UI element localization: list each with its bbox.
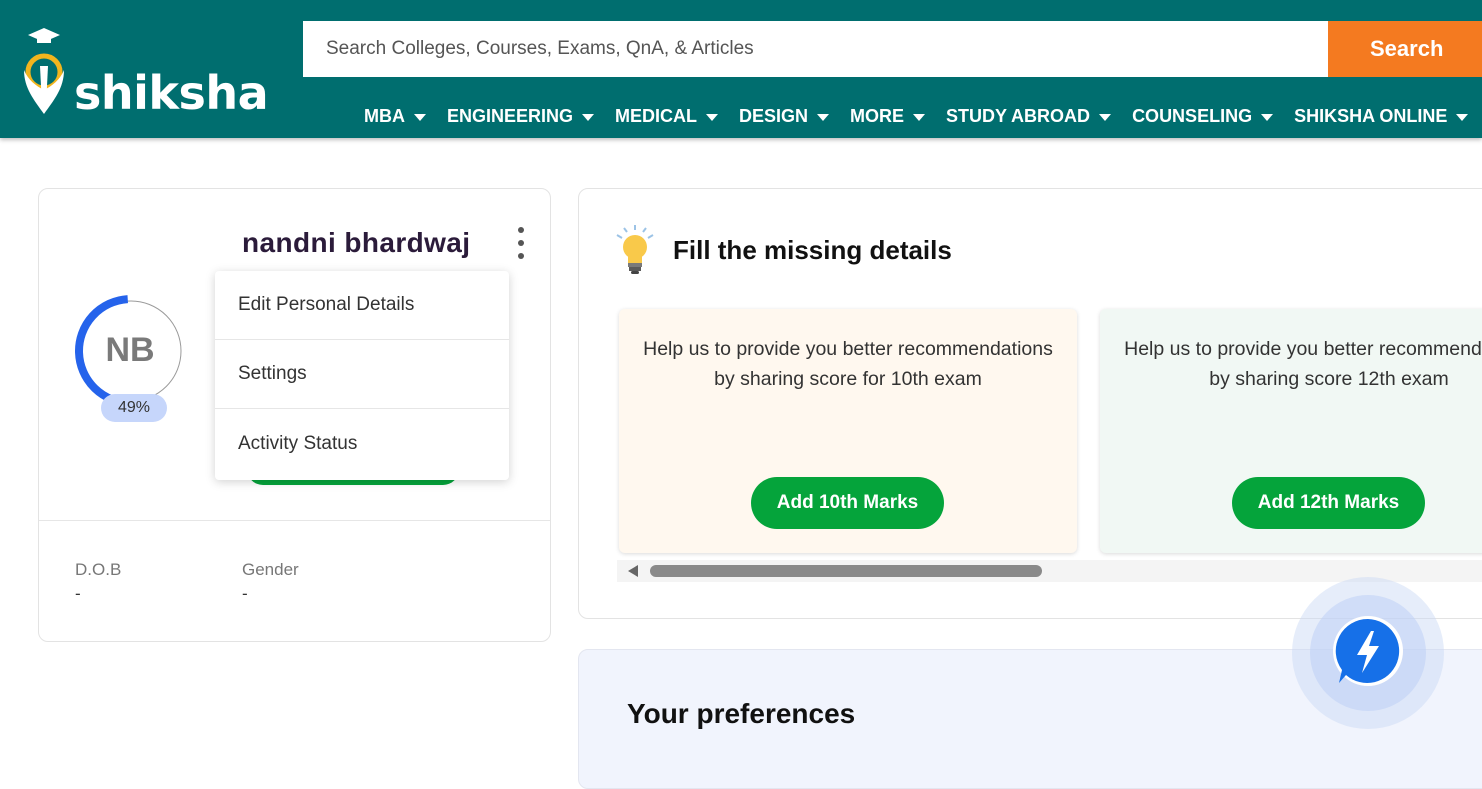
card-description: Help us to provide you better recommenda…	[643, 338, 1053, 390]
dob-value: -	[75, 584, 81, 603]
gender-label: Gender	[242, 560, 299, 579]
preferences-title: Your preferences	[627, 698, 856, 729]
nav-item-mba[interactable]: MBA	[364, 103, 426, 129]
add-10th-marks-button[interactable]: Add 10th Marks	[751, 477, 944, 529]
nav-item-counseling[interactable]: COUNSELING	[1132, 103, 1274, 129]
search-input[interactable]	[303, 21, 1328, 77]
profile-name: nandni bhardwaj	[242, 227, 471, 258]
shiksha-logo[interactable]: shiksha	[18, 26, 269, 120]
nav-label: COUNSELING	[1132, 105, 1253, 126]
caret-down-icon	[582, 113, 595, 121]
caret-down-icon	[913, 113, 926, 121]
profile-completion-badge: 49%	[101, 394, 167, 422]
menu-item-activity-status[interactable]: Activity Status	[215, 409, 509, 478]
site-header: shiksha Search MBA ENGINEERING MEDICAL D…	[0, 0, 1482, 138]
caret-down-icon	[1261, 113, 1274, 121]
nav-item-more[interactable]: MORE	[850, 103, 926, 129]
graduate-logo-icon	[24, 28, 64, 114]
caret-down-icon	[1456, 113, 1469, 121]
nav-item-design[interactable]: DESIGN	[739, 103, 830, 129]
main-nav: MBA ENGINEERING MEDICAL DESIGN MORE STUD…	[364, 103, 1482, 129]
more-options-icon[interactable]	[515, 227, 527, 259]
nav-label: STUDY ABROAD	[946, 105, 1091, 126]
nav-label: DESIGN	[739, 105, 809, 126]
avatar-initials: NB	[105, 330, 155, 369]
nav-label: MEDICAL	[615, 105, 698, 126]
search-button[interactable]: Search	[1328, 21, 1482, 77]
caret-down-icon	[1099, 113, 1112, 121]
add-12th-marks-card: Help us to provide you better recommenda…	[1100, 309, 1482, 553]
caret-down-icon	[817, 113, 830, 121]
card-description: Help us to provide you better recommenda…	[1124, 338, 1482, 390]
nav-item-shiksha-online[interactable]: SHIKSHA ONLINE	[1294, 103, 1469, 129]
dob-label: D.O.B	[75, 560, 122, 579]
nav-label: MORE	[850, 105, 905, 126]
add-10th-marks-card: Help us to provide you better recommenda…	[619, 309, 1077, 553]
nav-item-study-abroad[interactable]: STUDY ABROAD	[946, 103, 1112, 129]
add-12th-marks-button[interactable]: Add 12th Marks	[1232, 477, 1425, 529]
lightning-chat-icon[interactable]	[1329, 613, 1407, 691]
missing-details-title: Fill the missing details	[673, 235, 952, 265]
scrollbar-thumb[interactable]	[650, 565, 1042, 577]
caret-down-icon	[414, 113, 426, 121]
nav-label: MBA	[364, 105, 405, 126]
lightbulb-icon	[616, 225, 654, 274]
nav-item-engineering[interactable]: ENGINEERING	[447, 103, 595, 129]
caret-down-icon	[706, 113, 719, 121]
logo-text: shiksha	[74, 66, 269, 120]
profile-options-menu: Edit Personal Details Settings Activity …	[215, 271, 509, 480]
avatar: NB	[75, 295, 187, 407]
missing-details-card: Fill the missing details Help us to prov…	[578, 188, 1482, 619]
divider	[39, 520, 550, 521]
scroll-left-icon[interactable]	[628, 565, 638, 577]
nav-item-medical[interactable]: MEDICAL	[615, 103, 719, 129]
gender-value: -	[242, 584, 248, 603]
menu-item-edit-personal-details[interactable]: Edit Personal Details	[215, 271, 509, 340]
menu-item-settings[interactable]: Settings	[215, 340, 509, 409]
nav-label: SHIKSHA ONLINE	[1294, 105, 1448, 126]
nav-label: ENGINEERING	[447, 105, 574, 126]
